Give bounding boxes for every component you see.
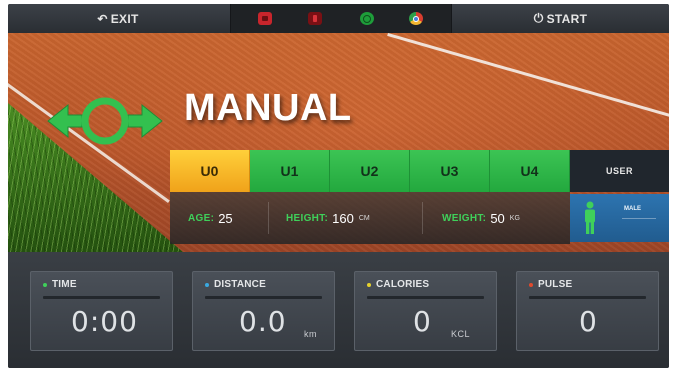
weight-unit: KG <box>509 214 520 222</box>
divider <box>43 296 160 299</box>
weight-value: 50 <box>490 210 505 226</box>
calories-unit: KCL <box>451 329 471 339</box>
user-tabs: U0 U1 U2 U3 U4 USER <box>170 150 669 192</box>
status-dot <box>529 283 533 287</box>
tab-user-u4[interactable]: U4 <box>490 150 570 192</box>
spotify-icon[interactable] <box>360 12 374 25</box>
user-profile-bar: AGE: 25 HEIGHT: 160 CM WEIGHT: 50 KG <box>170 192 570 244</box>
calories-stat-card: CALORIES 0 KCL <box>354 271 497 351</box>
app-icon[interactable] <box>308 12 322 25</box>
user-settings-button[interactable]: USER <box>570 150 669 192</box>
pulse-stat-card: PULSE 0 <box>516 271 659 351</box>
status-dot <box>43 283 47 287</box>
divider <box>529 296 646 299</box>
exit-button[interactable]: ↶ EXIT <box>8 4 228 33</box>
mode-hero-panel: MANUAL U0 U1 U2 U3 U4 USER AGE: 25 HEIGH… <box>8 33 669 252</box>
mode-title: MANUAL <box>184 87 352 129</box>
distance-stat-card: DISTANCE 0.0 km <box>192 271 335 351</box>
power-icon: ⏻ <box>533 11 544 25</box>
divider <box>622 218 656 219</box>
pulse-label: PULSE <box>538 279 573 290</box>
tab-user-u3[interactable]: U3 <box>410 150 490 192</box>
return-arrow-icon: ↶ <box>97 11 108 26</box>
person-icon <box>585 201 595 234</box>
height-unit: CM <box>358 214 370 222</box>
tab-user-u2[interactable]: U2 <box>330 150 410 192</box>
age-value: 25 <box>218 210 233 226</box>
top-bar: ↶ EXIT ⏻ START <box>8 4 669 34</box>
chrome-icon[interactable] <box>409 12 423 25</box>
start-button[interactable]: ⏻ START <box>452 4 669 33</box>
workout-stats-panel: TIME 0:00 DISTANCE 0.0 km CALORIES 0 KCL… <box>8 252 669 368</box>
time-label: TIME <box>52 279 77 290</box>
exit-label: EXIT <box>110 11 139 26</box>
app-shortcuts-bar <box>230 4 452 33</box>
age-field[interactable]: AGE: 25 <box>188 192 233 244</box>
youtube-icon[interactable] <box>258 12 272 25</box>
divider <box>367 296 484 299</box>
pulse-value: 0 <box>579 305 598 338</box>
tab-user-u1[interactable]: U1 <box>250 150 330 192</box>
divider <box>268 202 269 234</box>
gender-label: MALE <box>624 206 641 212</box>
distance-label: DISTANCE <box>214 279 266 290</box>
age-label: AGE: <box>188 212 215 224</box>
calories-label: CALORIES <box>376 279 430 290</box>
weight-field[interactable]: WEIGHT: 50 KG <box>442 192 520 244</box>
distance-value: 0.0 <box>239 305 287 338</box>
status-dot <box>367 283 371 287</box>
distance-unit: km <box>304 329 317 339</box>
gender-selector[interactable]: MALE <box>570 194 669 242</box>
time-value: 0:00 <box>71 305 138 338</box>
divider <box>422 202 423 234</box>
height-field[interactable]: HEIGHT: 160 CM <box>286 192 370 244</box>
calories-value: 0 <box>413 305 432 338</box>
tab-user-u0[interactable]: U0 <box>170 150 250 192</box>
weight-label: WEIGHT: <box>442 212 487 224</box>
divider <box>205 296 322 299</box>
height-value: 160 <box>332 210 354 226</box>
treadmill-console-screen: ↶ EXIT ⏻ START MANUAL U0 U1 U2 U3 U4 USE… <box>8 4 669 368</box>
start-label: START <box>546 11 588 26</box>
height-label: HEIGHT: <box>286 212 329 224</box>
status-dot <box>205 283 209 287</box>
time-stat-card: TIME 0:00 <box>30 271 173 351</box>
horizontal-arrows-circle-icon <box>47 97 163 145</box>
